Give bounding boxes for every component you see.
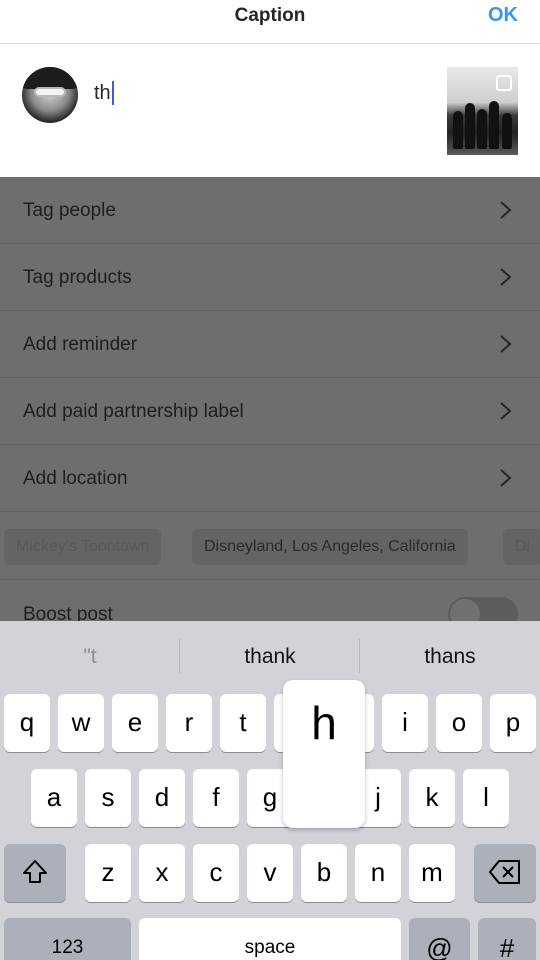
key-i[interactable]: i: [382, 694, 428, 752]
key-w[interactable]: w: [58, 694, 104, 752]
tag-people-label: Tag people: [23, 200, 116, 221]
tag-products-label: Tag products: [23, 267, 132, 288]
avatar-glasses: [34, 87, 66, 97]
tag-people-row[interactable]: Tag people: [0, 177, 540, 244]
add-reminder-row[interactable]: Add reminder: [0, 311, 540, 378]
key-p[interactable]: p: [490, 694, 536, 752]
key-e[interactable]: e: [112, 694, 158, 752]
key-c[interactable]: c: [193, 844, 239, 902]
page-title: Caption: [234, 5, 306, 26]
caption-text: th: [94, 81, 111, 104]
add-location-label: Add location: [23, 468, 128, 489]
chevron-right-icon: [500, 201, 512, 219]
chevron-right-icon: [500, 402, 512, 420]
shift-icon: [23, 860, 47, 883]
key-q[interactable]: q: [4, 694, 50, 752]
post-options-list: Tag people Tag products Add reminder Add…: [0, 177, 540, 631]
caption-input[interactable]: th: [94, 81, 114, 105]
key-d[interactable]: d: [139, 769, 185, 827]
thumbnail-figure: [465, 103, 475, 149]
key-popup: h: [283, 680, 365, 828]
key-z[interactable]: z: [85, 844, 131, 902]
thumbnail-figure: [477, 109, 487, 149]
key-f[interactable]: f: [193, 769, 239, 827]
key-n[interactable]: n: [355, 844, 401, 902]
key-v[interactable]: v: [247, 844, 293, 902]
key-k[interactable]: k: [409, 769, 455, 827]
post-thumbnail: [447, 67, 518, 155]
delete-key[interactable]: [474, 844, 536, 902]
avatar-hair: [22, 67, 78, 89]
predictive-text-bar: "t thank thans: [0, 621, 540, 687]
thumbnail-figure: [489, 101, 499, 149]
location-chip[interactable]: Di: [503, 529, 540, 565]
multiple-photos-icon: [496, 75, 512, 91]
key-s[interactable]: s: [85, 769, 131, 827]
prediction-3[interactable]: thans: [360, 621, 540, 687]
add-location-row[interactable]: Add location: [0, 445, 540, 512]
prediction-1[interactable]: "t: [0, 621, 180, 687]
key-l[interactable]: l: [463, 769, 509, 827]
numbers-key[interactable]: 123: [4, 918, 131, 960]
thumbnail-figure: [453, 111, 463, 149]
caption-area: th: [0, 45, 540, 177]
key-r[interactable]: r: [166, 694, 212, 752]
key-popup-letter: h: [311, 697, 337, 749]
key-b[interactable]: b: [301, 844, 347, 902]
location-suggestions: Mickey's Toontown Disneyland, Los Angele…: [0, 513, 540, 580]
space-key[interactable]: space: [139, 918, 401, 960]
key-o[interactable]: o: [436, 694, 482, 752]
prediction-2[interactable]: thank: [180, 621, 360, 687]
tag-products-row[interactable]: Tag products: [0, 244, 540, 311]
chevron-right-icon: [500, 469, 512, 487]
prediction-1-text: "t: [83, 645, 97, 668]
header-bar: Caption OK: [0, 0, 540, 44]
key-t[interactable]: t: [220, 694, 266, 752]
key-x[interactable]: x: [139, 844, 185, 902]
add-reminder-label: Add reminder: [23, 334, 138, 355]
hash-key[interactable]: #: [478, 918, 536, 960]
backspace-icon: [489, 860, 520, 884]
key-m[interactable]: m: [409, 844, 455, 902]
add-paid-partnership-row[interactable]: Add paid partnership label: [0, 378, 540, 445]
key-a[interactable]: a: [31, 769, 77, 827]
shift-key[interactable]: [4, 844, 66, 902]
thumbnail-figure: [502, 113, 512, 149]
location-chip[interactable]: Mickey's Toontown: [4, 529, 162, 565]
at-key[interactable]: @: [409, 918, 470, 960]
add-paid-partnership-label: Add paid partnership label: [23, 401, 244, 422]
chevron-right-icon: [500, 335, 512, 353]
ok-button[interactable]: OK: [488, 4, 518, 27]
avatar: [22, 67, 78, 123]
location-chip[interactable]: Disneyland, Los Angeles, California: [192, 529, 468, 565]
chevron-right-icon: [500, 268, 512, 286]
text-cursor: [111, 81, 114, 105]
